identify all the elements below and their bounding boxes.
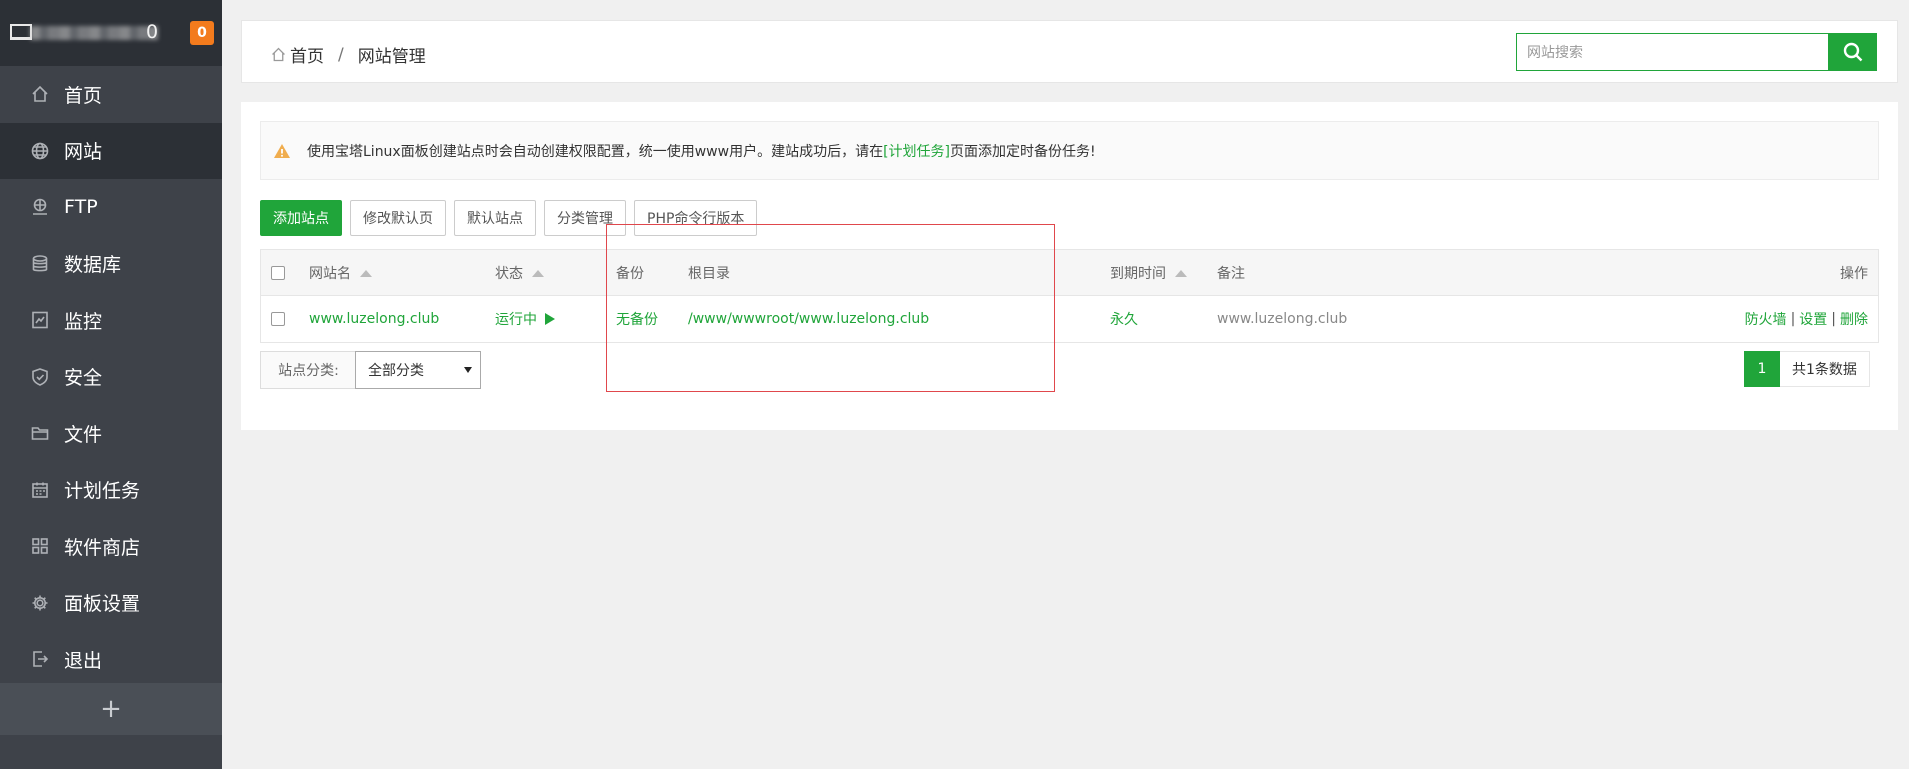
row-actions: 防火墙 | 设置 | 删除 bbox=[1744, 309, 1868, 329]
header-note: 备注 bbox=[1217, 266, 1245, 282]
main-panel: 使用宝塔Linux面板创建站点时会自动创建权限配置，统一使用www用户。建站成功… bbox=[241, 102, 1898, 430]
search-icon bbox=[1843, 42, 1862, 62]
shield-icon bbox=[32, 367, 48, 386]
folder-icon bbox=[31, 427, 49, 441]
header-actions: 操作 bbox=[1840, 266, 1868, 282]
hostname-suffix: 0 bbox=[146, 21, 159, 43]
gear-icon bbox=[32, 595, 48, 611]
site-table: 网站名 状态 备份 根目录 到期时间 备注 操作 www.luzelong.cl… bbox=[260, 249, 1879, 343]
sidebar-item-label: 退出 bbox=[64, 649, 103, 672]
sidebar: 0 0 首页 网站 FTP 数据库 监控 安全 文件 计划任务 软件商店 面板设… bbox=[0, 0, 222, 769]
sidebar-item-database[interactable]: 数据库 bbox=[0, 236, 222, 293]
sidebar-item-settings[interactable]: 面板设置 bbox=[0, 575, 222, 632]
sidebar-item-store[interactable]: 软件商店 bbox=[0, 518, 222, 575]
site-status-toggle[interactable]: 运行中 bbox=[495, 296, 555, 342]
sidebar-item-label: 数据库 bbox=[64, 254, 122, 277]
page-total: 共1条数据 bbox=[1780, 351, 1870, 387]
sidebar-item-monitor[interactable]: 监控 bbox=[0, 292, 222, 349]
calendar-icon bbox=[32, 482, 48, 498]
site-name-link[interactable]: www.luzelong.club bbox=[309, 296, 439, 342]
alert-text-before: 使用宝塔Linux面板创建站点时会自动创建权限配置，统一使用www用户。建站成功… bbox=[307, 143, 884, 160]
sidebar-item-label: 软件商店 bbox=[64, 536, 141, 559]
apps-icon bbox=[32, 538, 48, 555]
category-selected: 全部分类 bbox=[368, 363, 424, 379]
notification-badge[interactable]: 0 bbox=[190, 21, 214, 45]
monitor-icon bbox=[10, 24, 32, 40]
sidebar-item-label: 计划任务 bbox=[64, 480, 141, 503]
alert-text-after: 页面添加定时备份任务! bbox=[950, 143, 1096, 160]
redacted-hostname bbox=[30, 26, 158, 40]
firewall-link[interactable]: 防火墙 bbox=[1745, 309, 1787, 329]
sidebar-item-label: FTP bbox=[64, 196, 98, 219]
delete-link[interactable]: 删除 bbox=[1840, 309, 1868, 329]
logout-icon bbox=[33, 651, 49, 668]
row-checkbox[interactable] bbox=[271, 312, 285, 326]
sidebar-item-website[interactable]: 网站 bbox=[0, 122, 222, 179]
edit-default-page-button[interactable]: 修改默认页 bbox=[350, 200, 446, 236]
sidebar-nav: 首页 网站 FTP 数据库 监控 安全 文件 计划任务 软件商店 面板设置 退出 bbox=[0, 66, 222, 688]
sidebar-header: 0 0 bbox=[0, 0, 222, 66]
table-header: 网站名 状态 备份 根目录 到期时间 备注 操作 bbox=[261, 250, 1878, 296]
header-bar: 首页 / 网站管理 bbox=[241, 20, 1898, 83]
chevron-down-icon bbox=[464, 367, 472, 373]
home-icon bbox=[32, 86, 48, 103]
header-status[interactable]: 状态 bbox=[495, 250, 544, 296]
pagination: 1 共1条数据 bbox=[1744, 351, 1870, 387]
play-icon bbox=[545, 313, 555, 325]
sidebar-item-cron[interactable]: 计划任务 bbox=[0, 462, 222, 519]
site-search-input[interactable] bbox=[1516, 33, 1828, 71]
sidebar-item-label: 网站 bbox=[64, 141, 103, 164]
sort-icon bbox=[532, 269, 544, 277]
sidebar-item-label: 安全 bbox=[64, 367, 103, 390]
select-all-checkbox[interactable] bbox=[271, 266, 285, 280]
add-site-button[interactable]: 添加站点 bbox=[260, 200, 342, 236]
sidebar-item-home[interactable]: 首页 bbox=[0, 66, 222, 123]
breadcrumb-home[interactable]: 首页 bbox=[290, 42, 324, 67]
annotation-highlight-box bbox=[606, 224, 1055, 392]
expire-link[interactable]: 永久 bbox=[1110, 296, 1138, 342]
page-current[interactable]: 1 bbox=[1744, 351, 1780, 387]
sidebar-item-logout[interactable]: 退出 bbox=[0, 631, 222, 688]
home-icon bbox=[272, 47, 285, 62]
sort-icon bbox=[360, 269, 372, 277]
add-menu-button[interactable]: + bbox=[0, 683, 222, 735]
sidebar-item-security[interactable]: 安全 bbox=[0, 349, 222, 406]
sidebar-item-label: 面板设置 bbox=[64, 593, 141, 616]
sidebar-item-label: 首页 bbox=[64, 84, 103, 107]
header-name[interactable]: 网站名 bbox=[309, 250, 372, 296]
sidebar-item-label: 文件 bbox=[64, 423, 103, 446]
breadcrumb-current: 网站管理 bbox=[357, 47, 426, 67]
sidebar-item-label: 监控 bbox=[64, 310, 103, 333]
info-alert: 使用宝塔Linux面板创建站点时会自动创建权限配置，统一使用www用户。建站成功… bbox=[260, 121, 1879, 180]
category-select[interactable]: 全部分类 bbox=[355, 351, 481, 389]
sidebar-item-files[interactable]: 文件 bbox=[0, 405, 222, 462]
sidebar-item-ftp[interactable]: FTP bbox=[0, 179, 222, 236]
database-icon bbox=[32, 254, 48, 272]
category-label: 站点分类: bbox=[260, 351, 356, 389]
breadcrumb-separator: / bbox=[338, 44, 344, 65]
monitor-icon bbox=[32, 311, 48, 329]
table-row: www.luzelong.club 运行中 无备份 /www/wwwroot/w… bbox=[261, 296, 1878, 342]
ftp-icon bbox=[33, 198, 47, 216]
cron-task-link[interactable]: [计划任务] bbox=[883, 141, 950, 161]
header-expire[interactable]: 到期时间 bbox=[1110, 250, 1187, 296]
sort-icon bbox=[1175, 269, 1187, 277]
search-button[interactable] bbox=[1828, 33, 1877, 71]
breadcrumb: 首页 / 网站管理 bbox=[270, 42, 426, 67]
warning-icon bbox=[274, 143, 290, 158]
note-text[interactable]: www.luzelong.club bbox=[1217, 296, 1347, 342]
settings-link[interactable]: 设置 bbox=[1799, 309, 1827, 329]
default-site-button[interactable]: 默认站点 bbox=[454, 200, 536, 236]
globe-icon bbox=[31, 142, 49, 160]
